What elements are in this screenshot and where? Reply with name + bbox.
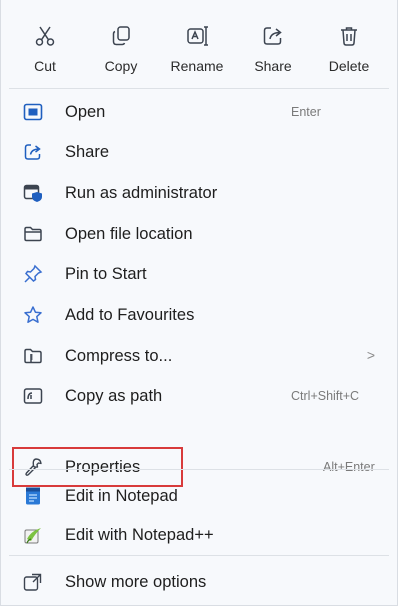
menu-item-copy-as-path[interactable]: Copy as path Ctrl+Shift+C bbox=[9, 376, 389, 416]
menu-item-open[interactable]: Open Enter bbox=[9, 92, 389, 132]
context-menu: Cut Copy Rename Share Delete Open Enter … bbox=[0, 0, 398, 606]
delete-label: Delete bbox=[328, 58, 370, 74]
menu-item-pin-to-start[interactable]: Pin to Start bbox=[9, 254, 389, 294]
zip-folder-icon bbox=[23, 346, 43, 366]
shortcut-text: Ctrl+Shift+C bbox=[291, 389, 360, 403]
star-icon bbox=[23, 305, 43, 325]
delete-button[interactable]: Delete bbox=[311, 6, 387, 86]
menu-item-label: Add to Favourites bbox=[65, 306, 195, 324]
more-options-icon bbox=[23, 572, 43, 592]
menu-item-compress-to[interactable]: Compress to... > bbox=[9, 336, 389, 376]
menu-item-label: Open file location bbox=[65, 225, 193, 243]
open-window-icon bbox=[23, 102, 43, 122]
divider bbox=[1, 465, 397, 466]
menu-item-label: Edit with Notepad++ bbox=[65, 526, 214, 544]
menu-item-open-file-location[interactable]: Open file location bbox=[9, 214, 389, 254]
admin-shield-icon bbox=[23, 183, 43, 203]
menu-item-show-more-options[interactable]: Show more options bbox=[9, 562, 389, 602]
menu-item-add-to-favourites[interactable]: Add to Favourites bbox=[9, 295, 389, 335]
menu-item-label: Compress to... bbox=[65, 347, 173, 365]
menu-item-label: Show more options bbox=[65, 573, 207, 591]
submenu-chevron-icon: > bbox=[366, 347, 375, 363]
divider bbox=[9, 469, 389, 470]
share-label: Share bbox=[254, 58, 292, 74]
rename-icon bbox=[187, 26, 208, 46]
menu-item-label: Copy as path bbox=[65, 387, 163, 405]
notepad-icon bbox=[23, 486, 43, 506]
notepadpp-icon bbox=[23, 525, 43, 545]
copy-label: Copy bbox=[104, 58, 138, 74]
shortcut-text: Alt+Enter bbox=[323, 460, 375, 474]
rename-label: Rename bbox=[170, 58, 224, 74]
share-quick-button[interactable]: Share bbox=[235, 6, 311, 86]
cut-button[interactable]: Cut bbox=[7, 6, 83, 86]
cut-label: Cut bbox=[34, 58, 56, 74]
menu-item-label: Open bbox=[65, 103, 106, 121]
quick-action-bar: Cut Copy Rename Share Delete bbox=[7, 6, 393, 86]
folder-icon bbox=[23, 224, 43, 244]
share-icon bbox=[263, 27, 282, 45]
menu-item-run-as-admin[interactable]: Run as administrator bbox=[9, 173, 389, 213]
menu-item-label: Share bbox=[65, 143, 110, 161]
menu-item-edit-in-notepad[interactable]: Edit in Notepad bbox=[9, 476, 389, 516]
menu-item-label: Run as administrator bbox=[65, 184, 218, 202]
divider bbox=[9, 88, 389, 89]
menu-item-label: Edit in Notepad bbox=[65, 487, 178, 505]
pin-icon bbox=[23, 264, 43, 284]
menu-item-label: Pin to Start bbox=[65, 265, 147, 283]
rename-button[interactable]: Rename bbox=[159, 6, 235, 86]
trash-icon bbox=[341, 27, 357, 46]
shortcut-text: Enter bbox=[291, 105, 321, 119]
copy-icon bbox=[112, 26, 130, 46]
copy-path-icon bbox=[23, 386, 43, 406]
copy-button[interactable]: Copy bbox=[83, 6, 159, 86]
menu-item-share[interactable]: Share bbox=[9, 132, 389, 172]
share-icon bbox=[23, 142, 43, 162]
scissors-icon bbox=[35, 26, 55, 46]
menu-item-edit-with-notepadpp[interactable]: Edit with Notepad++ bbox=[9, 515, 389, 555]
divider bbox=[9, 555, 389, 556]
